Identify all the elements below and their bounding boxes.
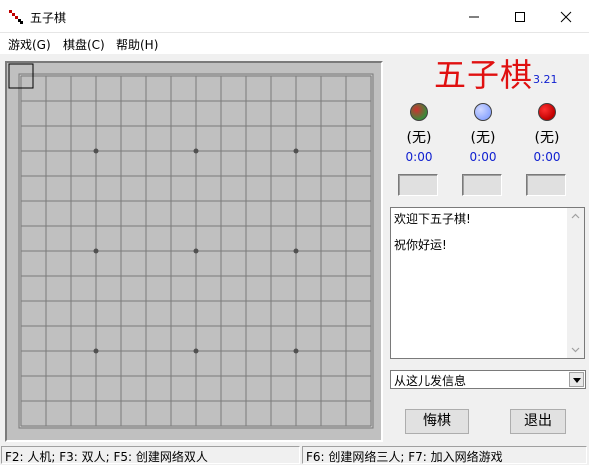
star-point — [293, 248, 299, 254]
player1-time: 0:00 — [405, 150, 433, 164]
player3-stone-icon — [538, 103, 556, 121]
player1-stone-icon — [410, 103, 428, 121]
chat-log[interactable]: 欢迎下五子棋! 祝你好运! — [390, 207, 585, 359]
player1-score-box — [398, 174, 438, 196]
player2-time: 0:00 — [469, 150, 497, 164]
game-logo: 五子棋 — [434, 56, 534, 94]
player3-name: (无) — [534, 130, 560, 146]
star-point — [93, 248, 99, 254]
star-point — [293, 148, 299, 154]
menu-game[interactable]: 游戏(G) — [8, 36, 51, 53]
chevron-down-icon — [573, 378, 581, 383]
undo-button[interactable]: 悔棋 — [405, 409, 469, 434]
player2-score-box — [462, 174, 502, 196]
menu-help[interactable]: 帮助(H) — [116, 36, 158, 53]
star-point — [193, 148, 199, 154]
player2-stone-icon — [474, 103, 492, 121]
maximize-icon — [515, 12, 525, 22]
scroll-up-icon[interactable] — [571, 213, 580, 219]
status-pane-left: F2: 人机; F3: 双人; F5: 创建网络双人 — [1, 446, 300, 464]
window-title: 五子棋 — [30, 11, 67, 25]
player2-name: (无) — [470, 130, 496, 146]
scroll-down-icon[interactable] — [571, 347, 580, 353]
player3-time: 0:00 — [533, 150, 561, 164]
chat-scrollbar[interactable] — [567, 208, 584, 358]
message-dropdown-button[interactable] — [569, 372, 584, 387]
board-grid[interactable] — [7, 63, 381, 440]
exit-button[interactable]: 退出 — [510, 409, 566, 434]
minimize-icon — [469, 16, 479, 18]
star-point — [193, 248, 199, 254]
menu-board[interactable]: 棋盘(C) — [63, 36, 105, 53]
star-point — [293, 348, 299, 354]
player3-score-box — [526, 174, 566, 196]
message-input[interactable]: 从这儿发信息 — [394, 374, 466, 388]
status-bar: F2: 人机; F3: 双人; F5: 创建网络双人 F6: 创建网络三人; F… — [0, 444, 589, 465]
chat-line: 欢迎下五子棋! — [394, 212, 471, 226]
close-icon — [560, 11, 572, 23]
gomoku-app-icon — [9, 10, 23, 24]
status-pane-right: F6: 创建网络三人; F7: 加入网络游戏 — [302, 446, 587, 464]
star-point — [93, 348, 99, 354]
star-point — [93, 148, 99, 154]
minimize-button[interactable] — [451, 0, 497, 33]
star-point — [193, 348, 199, 354]
message-combo[interactable]: 从这儿发信息 — [390, 370, 586, 389]
player1-name: (无) — [406, 130, 432, 146]
chat-line: 祝你好运! — [394, 238, 447, 252]
close-button[interactable] — [543, 0, 589, 33]
version-label: 3.21 — [533, 73, 558, 86]
game-board[interactable] — [5, 61, 383, 442]
maximize-button[interactable] — [497, 0, 543, 33]
title-bar: 五子棋 — [0, 0, 589, 33]
